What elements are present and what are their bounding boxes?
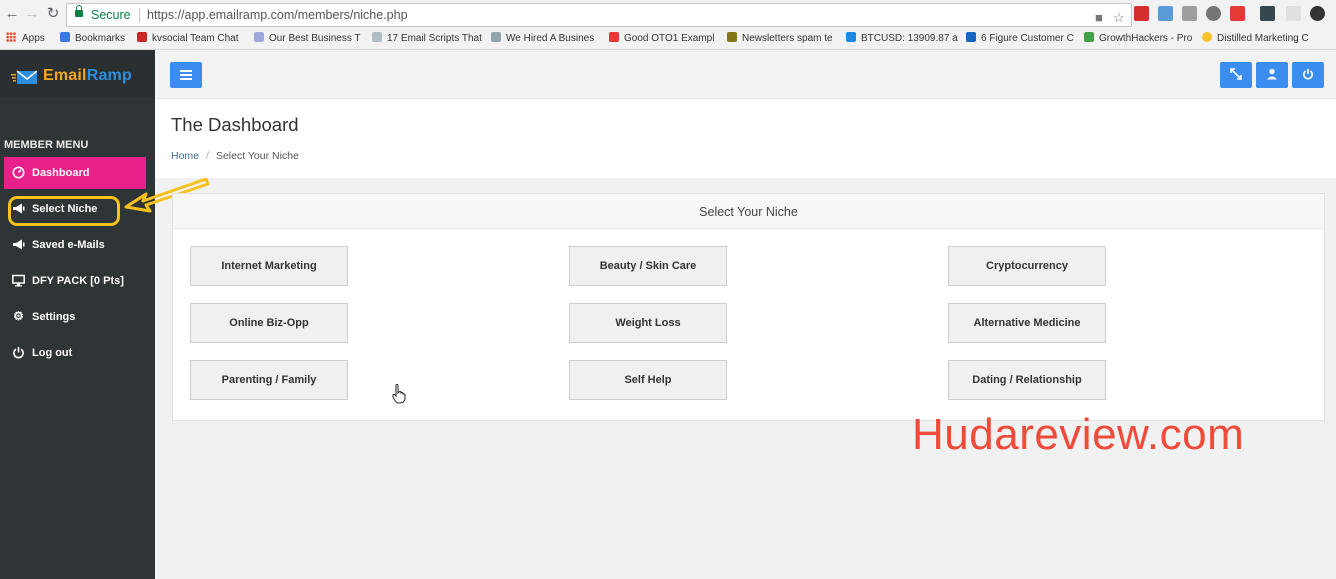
sidebar-item-label: Log out [32, 347, 73, 359]
bookmark-item[interactable]: 17 Email Scripts That [372, 32, 482, 44]
bookmark-item[interactable]: Good OTO1 Exampl [609, 32, 714, 44]
bookmark-apps[interactable]: Apps [6, 32, 45, 44]
monitor-icon [12, 274, 25, 287]
site-info-icon[interactable]: ■ [1095, 7, 1103, 29]
niche-button-alternative-medicine[interactable]: Alternative Medicine [948, 303, 1106, 343]
bookmark-favicon [846, 32, 856, 42]
extension-icon[interactable] [1158, 6, 1173, 21]
breadcrumb-home-link[interactable]: Home [171, 150, 199, 162]
panel-title: Select Your Niche [699, 205, 798, 219]
niche-button-weight-loss[interactable]: Weight Loss [569, 303, 727, 343]
breadcrumb: Home / Select Your Niche [171, 150, 299, 162]
logo-text: EmailRamp [43, 67, 132, 84]
envelope-logo-icon [11, 70, 38, 84]
top-bar [155, 50, 1336, 99]
menu-toggle-button[interactable] [170, 62, 202, 88]
bookmark-item[interactable]: Distilled Marketing C [1202, 32, 1309, 44]
apps-grid-icon [6, 32, 16, 42]
panel-header: Select Your Niche [173, 194, 1324, 229]
hamburger-icon [180, 70, 192, 80]
page-header: The Dashboard Home / Select Your Niche [155, 99, 1336, 178]
forward-icon[interactable]: → [23, 5, 41, 23]
breadcrumb-current: Select Your Niche [215, 150, 299, 162]
sidebar-item-label: Saved e-Mails [32, 239, 105, 251]
bookmark-item[interactable]: BTCUSD: 13909.87 a [846, 32, 958, 44]
bookmark-item[interactable]: GrowthHackers - Pro [1084, 32, 1192, 44]
gear-icon: ⚙ [13, 309, 24, 323]
bookmark-favicon [966, 32, 976, 42]
user-icon [1267, 68, 1277, 80]
dashboard-icon [12, 166, 25, 179]
page-title: The Dashboard [171, 114, 299, 135]
niche-button-parenting-family[interactable]: Parenting / Family [190, 360, 348, 400]
logout-button[interactable] [1292, 62, 1324, 88]
lock-icon [75, 5, 83, 17]
youtube-icon[interactable] [1230, 6, 1245, 21]
reload-icon[interactable]: ↻ [44, 5, 62, 23]
secure-label: Secure [91, 8, 131, 22]
bookmark-item[interactable]: Bookmarks [60, 32, 125, 44]
logo[interactable]: EmailRamp [0, 50, 155, 97]
star-icon [60, 32, 70, 42]
bookmark-favicon [372, 32, 382, 42]
bookmark-favicon [727, 32, 737, 42]
bookmark-item[interactable]: kvsocial Team Chat [137, 32, 239, 44]
bookmark-favicon [254, 32, 264, 42]
profile-button[interactable] [1256, 62, 1288, 88]
sidebar-item-dfy-pack[interactable]: DFY PACK [0 Pts] [4, 265, 146, 297]
bookmark-item[interactable]: We Hired A Busines [491, 32, 594, 44]
member-menu-header: MEMBER MENU [4, 139, 89, 151]
url-text[interactable]: https://app.emailramp.com/members/niche.… [147, 4, 408, 26]
hand-cursor-icon [392, 384, 406, 404]
extension-icon[interactable] [1206, 6, 1221, 21]
star-icon[interactable]: ☆ [1113, 7, 1125, 29]
browser-toolbar: ← → ↻ Secure https://app.emailramp.com/m… [0, 0, 1336, 30]
bookmark-item[interactable]: Newsletters spam te [727, 32, 833, 44]
breadcrumb-separator: / [206, 150, 209, 162]
bookmark-favicon [1202, 32, 1212, 42]
bookmarks-bar: Apps Bookmarks kvsocial Team Chat Our Be… [0, 29, 1336, 50]
sidebar: EmailRamp MEMBER MENU Dashboard Select N… [0, 50, 155, 579]
bookmark-favicon [137, 32, 147, 42]
sidebar-item-label: Settings [32, 311, 76, 323]
megaphone-icon [12, 238, 25, 251]
profile-icon[interactable] [1310, 6, 1325, 21]
address-separator [139, 8, 140, 22]
niche-button-dating-relationship[interactable]: Dating / Relationship [948, 360, 1106, 400]
extension-icon[interactable] [1260, 6, 1275, 21]
expand-icon [1230, 68, 1242, 80]
niche-button-online-biz-opp[interactable]: Online Biz-Opp [190, 303, 348, 343]
extension-icon[interactable] [1286, 6, 1301, 21]
sidebar-item-logout[interactable]: Log out [4, 337, 146, 369]
power-icon [12, 346, 25, 359]
power-icon [1303, 68, 1313, 80]
niche-button-self-help[interactable]: Self Help [569, 360, 727, 400]
bookmark-favicon [491, 32, 501, 42]
niche-button-beauty-skin-care[interactable]: Beauty / Skin Care [569, 246, 727, 286]
sidebar-item-saved-emails[interactable]: Saved e-Mails [4, 229, 146, 261]
bookmark-favicon [1084, 32, 1094, 42]
highlight-annotation-box [8, 196, 120, 226]
extension-icon[interactable] [1182, 6, 1197, 21]
bookmark-favicon [609, 32, 619, 42]
address-bar[interactable]: Secure https://app.emailramp.com/members… [66, 3, 1132, 27]
niche-button-internet-marketing[interactable]: Internet Marketing [190, 246, 348, 286]
back-icon[interactable]: ← [3, 5, 21, 23]
sidebar-item-settings[interactable]: ⚙ Settings [4, 301, 146, 333]
fullscreen-button[interactable] [1220, 62, 1252, 88]
bookmark-item[interactable]: 6 Figure Customer C [966, 32, 1074, 44]
watermark-text: Hudareview.com [912, 410, 1245, 459]
niche-panel: Select Your Niche Internet Marketing Bea… [172, 193, 1325, 421]
extension-icon[interactable] [1134, 6, 1149, 21]
sidebar-item-label: Dashboard [32, 167, 90, 179]
bookmark-item[interactable]: Our Best Business T [254, 32, 361, 44]
sidebar-item-label: DFY PACK [0 Pts] [32, 275, 124, 287]
niche-button-cryptocurrency[interactable]: Cryptocurrency [948, 246, 1106, 286]
